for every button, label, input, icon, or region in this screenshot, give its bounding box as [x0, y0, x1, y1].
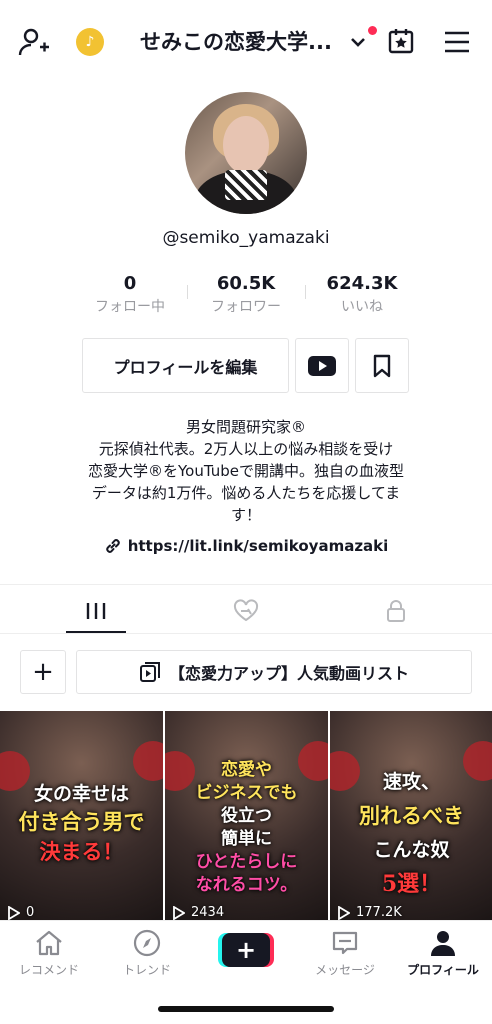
- view-count: 177.2K: [338, 905, 402, 920]
- person-icon: [431, 931, 455, 956]
- notification-dot: [368, 26, 377, 35]
- avatar[interactable]: [185, 92, 307, 214]
- youtube-button[interactable]: [295, 338, 349, 393]
- nav-profile[interactable]: プロフィール: [394, 929, 492, 978]
- username: @semiko_yamazaki: [162, 228, 330, 248]
- nav-inbox[interactable]: メッセージ: [296, 929, 394, 978]
- stat-divider: [187, 285, 188, 299]
- tab-private[interactable]: [314, 590, 478, 632]
- profile-title: せみこの恋愛大学...: [140, 30, 332, 54]
- lock-icon: [387, 600, 405, 622]
- youtube-icon: [308, 355, 336, 376]
- stat-divider: [305, 285, 306, 299]
- stat-following[interactable]: 0 フォロー中: [75, 272, 185, 318]
- tab-videos[interactable]: [14, 590, 178, 632]
- play-icon: [338, 905, 350, 920]
- link-icon: [106, 539, 120, 553]
- play-icon: [8, 905, 20, 920]
- create-button[interactable]: +: [218, 933, 274, 967]
- bookmark-icon: [373, 354, 391, 377]
- chevron-down-icon[interactable]: [346, 30, 370, 54]
- add-user-icon[interactable]: [16, 26, 52, 58]
- edit-profile-button[interactable]: プロフィールを編集: [82, 338, 289, 393]
- home-indicator: [158, 1006, 334, 1012]
- video-thumbnail[interactable]: 女の幸せは 付き合う男で 決まる！ 0: [0, 711, 163, 920]
- stat-followers[interactable]: 60.5K フォロワー: [191, 272, 301, 318]
- view-count: 2434: [173, 905, 224, 920]
- calendar-star-icon[interactable]: [386, 26, 416, 56]
- play-icon: [173, 905, 185, 920]
- message-icon: [332, 931, 358, 955]
- playlist-button[interactable]: 【恋愛力アップ】人気動画リスト: [76, 650, 472, 694]
- tiktok-coin-icon[interactable]: ♪: [76, 28, 104, 56]
- hamburger-menu-icon[interactable]: [442, 28, 472, 56]
- plus-icon: +: [222, 933, 270, 967]
- video-thumbnail[interactable]: 恋愛や ビジネスでも 役立つ 簡単に ひとたらしに なれるコツ。 2434: [165, 711, 328, 920]
- add-playlist-button[interactable]: +: [20, 650, 66, 694]
- tab-liked[interactable]: [164, 590, 328, 632]
- home-icon: [36, 930, 62, 956]
- top-bar: ♪ せみこの恋愛大学...: [0, 0, 492, 84]
- bio: 男女問題研究家® 元探偵社代表。2万人以上の悩み相談を受け 恋愛大学®をYouT…: [88, 418, 404, 524]
- grid-icon: [86, 603, 106, 619]
- stat-likes[interactable]: 624.3K いいね: [307, 272, 417, 318]
- divider: [0, 633, 492, 634]
- nav-home[interactable]: レコメンド: [0, 929, 98, 978]
- view-count: 0: [8, 905, 34, 920]
- compass-icon: [133, 929, 161, 957]
- divider: [0, 584, 492, 585]
- heart-hidden-icon: [233, 599, 259, 622]
- bookmark-button[interactable]: [355, 338, 409, 393]
- video-thumbnail[interactable]: 速攻、 別れるべき こんな奴 5選！ 177.2K: [330, 711, 492, 920]
- nav-discover[interactable]: トレンド: [98, 929, 196, 978]
- playlist-icon: [139, 662, 160, 682]
- profile-link[interactable]: https://lit.link/semikoyamazaki: [0, 537, 492, 555]
